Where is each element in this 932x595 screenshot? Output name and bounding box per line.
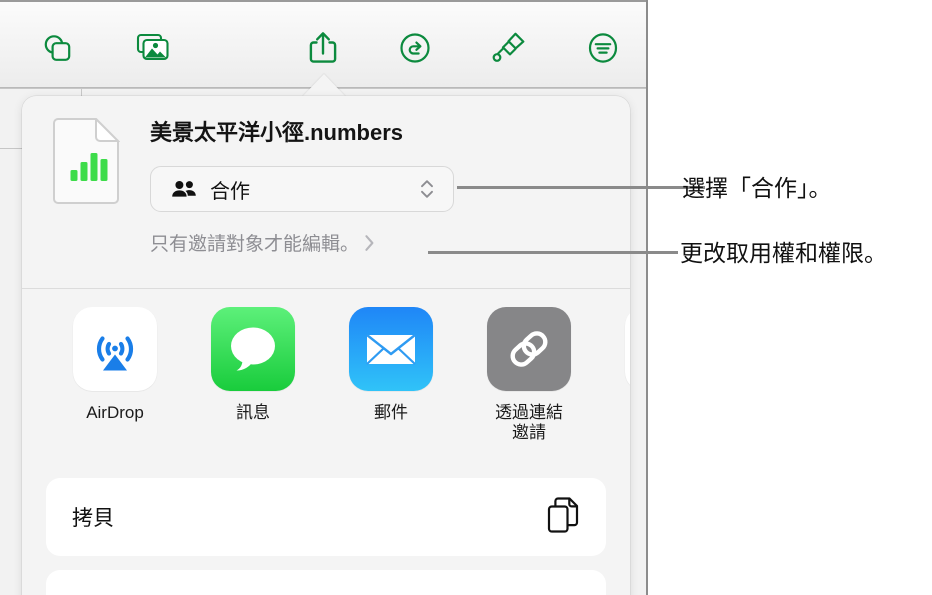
messages-icon: [211, 307, 295, 391]
insert-media-button[interactable]: [126, 24, 180, 72]
share-target-messages[interactable]: 訊息: [184, 289, 322, 461]
leader-line-collaborate: [457, 186, 705, 189]
copy-document-icon: [546, 496, 580, 539]
share-target-label: 訊息: [236, 403, 270, 422]
link-icon: [487, 307, 571, 391]
insert-shape-icon: [40, 31, 74, 65]
reminders-icon: [625, 307, 630, 391]
share-target-link[interactable]: 透過連結 邀請: [460, 289, 598, 461]
format-brush-icon: [491, 30, 527, 66]
share-target-label: 郵件: [374, 403, 408, 422]
popover-pointer: [302, 74, 346, 97]
share-icon: [308, 30, 338, 66]
numbers-document-icon: [52, 116, 121, 204]
share-target-label: 透過連結 邀請: [495, 403, 563, 443]
annotation-permission: 更改取用權和權限。: [680, 240, 887, 266]
undo-button[interactable]: [388, 24, 442, 72]
share-popover: 美景太平洋小徑.numbers 合作 只有邀請對象才能編輯。 AirDrop 訊…: [22, 96, 630, 595]
document-title: 美景太平洋小徑.numbers: [150, 120, 404, 145]
chevron-up-down-icon: [419, 176, 435, 202]
undo-icon: [398, 31, 432, 65]
collaborate-dropdown-label: 合作: [210, 180, 250, 203]
insert-shape-button[interactable]: [30, 24, 84, 72]
share-target-reminders[interactable]: 提醒: [598, 289, 630, 461]
permission-text: 只有邀請對象才能編輯。: [150, 234, 360, 255]
share-target-mail[interactable]: 郵件: [322, 289, 460, 461]
leader-line-permission: [428, 251, 678, 254]
more-options-button[interactable]: [576, 24, 630, 72]
copy-action-row[interactable]: 拷貝: [46, 478, 606, 556]
more-options-icon: [586, 31, 620, 65]
annotation-collaborate: 選擇「合作」。: [682, 175, 832, 201]
mail-icon: [349, 307, 433, 391]
chevron-right-icon: [363, 232, 376, 254]
airdrop-icon: [73, 307, 157, 391]
share-button[interactable]: [296, 24, 350, 72]
insert-media-icon: [135, 32, 171, 64]
popover-header: 美景太平洋小徑.numbers 合作 只有邀請對象才能編輯。: [22, 96, 630, 289]
share-target-airdrop[interactable]: AirDrop: [46, 289, 184, 461]
app-window: 美景太平洋小徑.numbers 合作 只有邀請對象才能編輯。 AirDrop 訊…: [0, 0, 648, 595]
share-target-label: AirDrop: [86, 403, 144, 422]
next-action-row-peek[interactable]: [46, 570, 606, 595]
two-people-icon: [171, 180, 197, 198]
share-targets-row: AirDrop 訊息 郵件 透過連結 邀請: [22, 289, 630, 461]
copy-action-label: 拷貝: [72, 507, 114, 530]
permission-row[interactable]: 只有邀請對象才能編輯。: [150, 229, 376, 256]
format-brush-button[interactable]: [482, 24, 536, 72]
collaborate-dropdown[interactable]: 合作: [150, 166, 454, 212]
